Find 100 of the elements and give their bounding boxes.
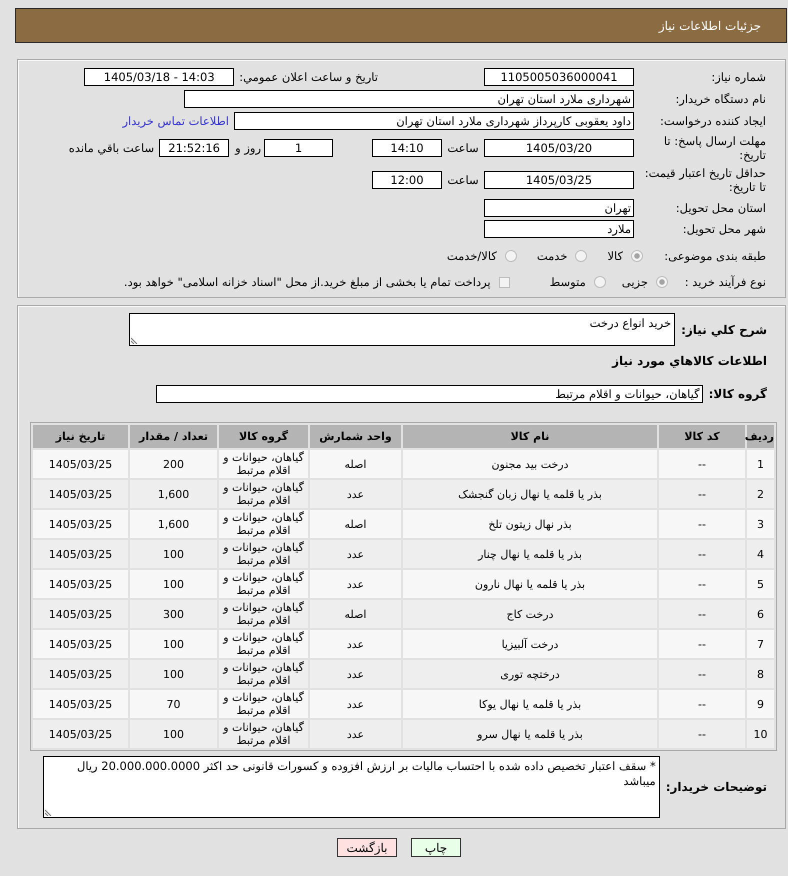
table-cell: 100 — [130, 720, 217, 748]
table-cell: 7 — [747, 630, 774, 658]
table-cell: 1,600 — [130, 480, 217, 508]
radio-label: خدمت — [536, 249, 568, 263]
treasury-payment-label: پرداخت تمام یا بخشی از مبلغ خرید.از محل "اسناد خزانه اسلامی" خواهد بود. — [124, 275, 491, 289]
table-cell: گیاهان، حیوانات و اقلام مرتبط — [219, 690, 308, 718]
table-cell: 1405/03/25 — [33, 630, 128, 658]
field-label: مهلت ارسال پاسخ: تا تاریخ: — [662, 134, 766, 162]
requester-field[interactable]: داود یعقوبی کارپرداز شهرداری ملارد استان تهران — [234, 112, 634, 130]
field-label: نام دستگاه خریدار: — [674, 92, 766, 106]
table-cell: 8 — [747, 660, 774, 688]
table-cell: 300 — [130, 600, 217, 628]
date-field[interactable]: 1405/03/25 — [484, 171, 634, 189]
radio-button[interactable] — [631, 250, 643, 262]
table-cell: 1405/03/25 — [33, 510, 128, 538]
table-cell: 1405/03/25 — [33, 480, 128, 508]
buyer-notes-field[interactable]: * سقف اعتبار تخصیص داده شده با احتساب مالیات بر ارزش افزوده و کسورات قانونی حد اکثر 20.000.000.0000 ریال میباشد — [42, 756, 660, 818]
table-cell: 1,600 — [130, 510, 217, 538]
table-cell: -- — [659, 480, 745, 508]
table-cell: 5 — [747, 570, 774, 598]
radio-label: جزیی — [622, 275, 648, 289]
table-cell: عدد — [310, 690, 401, 718]
radio-button[interactable] — [656, 276, 668, 288]
table-cell: عدد — [310, 660, 401, 688]
radio-button[interactable] — [504, 250, 517, 262]
radio-label: متوسط — [550, 275, 586, 289]
table-cell: 1405/03/25 — [33, 450, 128, 478]
table-cell: 1405/03/25 — [33, 690, 128, 718]
radio-label: کالا/خدمت — [446, 249, 497, 263]
radio-button[interactable] — [594, 276, 606, 288]
buyer-org-field[interactable]: شهرداری ملارد استان تهران — [184, 90, 634, 108]
field-label: شهر محل تحویل: — [682, 222, 766, 236]
table-cell: -- — [659, 720, 745, 748]
table-cell: عدد — [310, 570, 401, 598]
radio-label: کالا — [607, 249, 623, 263]
table-cell: 100 — [130, 540, 217, 568]
table-cell: گیاهان، حیوانات و اقلام مرتبط — [219, 480, 308, 508]
table-cell: گیاهان، حیوانات و اقلام مرتبط — [219, 540, 308, 568]
city-field[interactable]: ملارد — [484, 220, 634, 238]
table-cell: درخت آلبیزیا — [403, 630, 657, 658]
description-field[interactable]: خرید انواع درخت — [129, 313, 676, 346]
table-cell: 100 — [130, 630, 217, 658]
time-label: ساعت — [447, 141, 479, 155]
table-cell: بذر نهال زیتون تلخ — [403, 510, 657, 538]
column-header: واحد شمارش — [310, 425, 401, 448]
remaining-time-field[interactable]: 21:52:16 — [159, 139, 230, 157]
table-cell: درختچه توری — [403, 660, 657, 688]
table-cell: اصله — [310, 600, 401, 628]
table-cell: -- — [659, 660, 745, 688]
table-cell: گیاهان، حیوانات و اقلام مرتبط — [219, 600, 308, 628]
field-label: شرح کلي نیاز: — [681, 322, 767, 338]
column-header: گروه کالا — [219, 425, 308, 448]
page-title: جزئیات اطلاعات نیاز — [658, 18, 761, 32]
field-label: طبقه بندی موضوعی: — [663, 249, 766, 263]
time-field[interactable]: 14:10 — [372, 139, 442, 157]
table-cell: 1 — [747, 450, 774, 478]
column-header: نام کالا — [403, 425, 657, 448]
field-label: تاریخ و ساعت اعلان عمومي: — [239, 70, 378, 84]
days-label: روز و — [235, 141, 261, 155]
action-button[interactable]: چاپ — [411, 838, 461, 857]
time-field[interactable]: 12:00 — [372, 171, 442, 189]
field-label: حداقل تاریخ اعتبار قیمت: تا تاریخ: — [644, 166, 766, 194]
table-cell: 200 — [130, 450, 217, 478]
table-cell: 1405/03/25 — [33, 600, 128, 628]
table-cell: عدد — [310, 630, 401, 658]
table-cell: -- — [659, 510, 745, 538]
table-cell: گیاهان، حیوانات و اقلام مرتبط — [219, 630, 308, 658]
table-cell: عدد — [310, 480, 401, 508]
table-cell: 2 — [747, 480, 774, 508]
action-button[interactable]: بازگشت — [337, 838, 397, 857]
resize-grip-icon[interactable] — [44, 807, 54, 816]
date-field[interactable]: 1405/03/20 — [484, 139, 634, 157]
field-label: شماره نیاز: — [710, 70, 766, 84]
table-cell: بذر یا قلمه یا نهال زبان گنجشک — [403, 480, 657, 508]
table-cell: 1405/03/25 — [33, 540, 128, 568]
table-cell: گیاهان، حیوانات و اقلام مرتبط — [219, 570, 308, 598]
province-field[interactable]: تهران — [484, 199, 634, 217]
time-label: ساعت — [447, 173, 479, 187]
checkbox[interactable] — [498, 276, 510, 288]
table-cell: 100 — [130, 660, 217, 688]
table-cell: اصله — [310, 450, 401, 478]
table-cell: 70 — [130, 690, 217, 718]
contact-info-link[interactable]: اطلاعات تماس خریدار — [122, 114, 229, 128]
table-cell: عدد — [310, 540, 401, 568]
table-cell: 6 — [747, 600, 774, 628]
radio-button[interactable] — [575, 250, 588, 262]
field-label: توضیحات خریدار: — [666, 779, 767, 795]
goods-group-field[interactable]: گیاهان، حیوانات و اقلام مرتبط — [156, 385, 703, 403]
table-cell: 100 — [130, 570, 217, 598]
column-header: تعداد / مقدار — [130, 425, 217, 448]
need-number-field[interactable]: 1105005036000041 — [484, 68, 634, 86]
announcement-date-field[interactable]: 1405/03/18 - 14:03 — [84, 68, 234, 86]
field-label: ایجاد کننده درخواست: — [659, 114, 766, 128]
table-cell: گیاهان، حیوانات و اقلام مرتبط — [219, 510, 308, 538]
days-field[interactable]: 1 — [264, 139, 333, 157]
table-cell: 9 — [747, 690, 774, 718]
table-cell: -- — [659, 630, 745, 658]
table-cell: بذر یا قلمه یا نهال نارون — [403, 570, 657, 598]
table-cell: -- — [659, 450, 745, 478]
table-cell: 1405/03/25 — [33, 720, 128, 748]
